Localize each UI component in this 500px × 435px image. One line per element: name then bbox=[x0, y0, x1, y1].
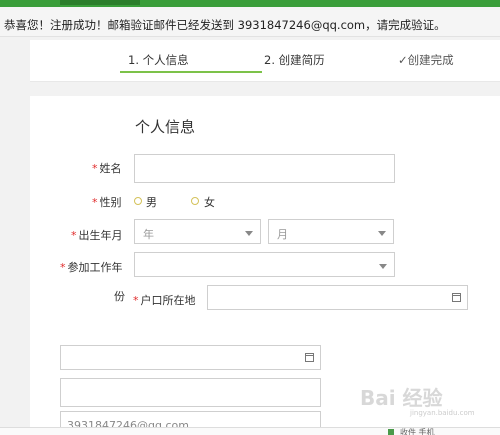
gender-male-label: 男 bbox=[146, 196, 157, 209]
gender-female-label: 女 bbox=[204, 196, 215, 209]
step-create-resume[interactable]: 2. 创建简历 bbox=[264, 52, 325, 68]
required-mark: * bbox=[71, 229, 77, 242]
date-picker-field[interactable] bbox=[60, 345, 321, 370]
calendar-icon bbox=[452, 293, 461, 302]
required-mark: * bbox=[92, 162, 98, 175]
step-personal-info[interactable]: 1. 个人信息 bbox=[128, 52, 189, 68]
section-title: 个人信息 bbox=[135, 118, 196, 136]
name-input[interactable] bbox=[134, 154, 395, 183]
hukou-picker[interactable] bbox=[207, 285, 468, 310]
required-mark: * bbox=[133, 294, 139, 307]
status-icon bbox=[388, 429, 394, 435]
chevron-down-icon bbox=[245, 231, 253, 236]
chevron-down-icon bbox=[378, 231, 386, 236]
chevron-down-icon bbox=[379, 264, 387, 269]
birth-month-select[interactable]: 月 bbox=[268, 219, 394, 244]
bottom-bar: 收件 手机 bbox=[0, 427, 500, 435]
birth-year-select[interactable]: 年 bbox=[134, 219, 261, 244]
required-mark: * bbox=[92, 196, 98, 209]
watermark: Bai 经验 jingyan.baidu.com bbox=[360, 386, 475, 417]
required-mark: * bbox=[60, 261, 66, 274]
work-year-label-cont: 份 bbox=[114, 290, 125, 303]
notice-text: 恭喜您！注册成功！邮箱验证邮件已经发送到 3931847246@qq.com，请… bbox=[4, 18, 446, 32]
text-input[interactable] bbox=[60, 378, 321, 407]
top-tab bbox=[60, 0, 140, 5]
birth-year-placeholder: 年 bbox=[143, 228, 154, 241]
work-year-label: * 参加工作年 bbox=[60, 261, 123, 274]
active-step-underline bbox=[120, 71, 262, 73]
gender-female-radio[interactable] bbox=[191, 197, 199, 205]
calendar-icon bbox=[305, 353, 314, 362]
name-label: * 姓名 bbox=[92, 162, 122, 175]
hukou-label: * 户口所在地 bbox=[133, 294, 196, 307]
birth-month-placeholder: 月 bbox=[277, 228, 288, 241]
top-bar bbox=[0, 0, 500, 7]
bottom-bar-text: 收件 手机 bbox=[400, 428, 435, 435]
gender-label: * 性别 bbox=[92, 196, 122, 209]
step-complete[interactable]: ✓创建完成 bbox=[398, 52, 454, 68]
work-year-select[interactable] bbox=[134, 252, 395, 277]
step-progress: 1. 个人信息 2. 创建简历 ✓创建完成 bbox=[30, 40, 500, 82]
success-notice: 恭喜您！注册成功！邮箱验证邮件已经发送到 3931847246@qq.com，请… bbox=[0, 7, 500, 37]
birth-label: * 出生年月 bbox=[71, 229, 123, 242]
gender-male-radio[interactable] bbox=[134, 197, 142, 205]
